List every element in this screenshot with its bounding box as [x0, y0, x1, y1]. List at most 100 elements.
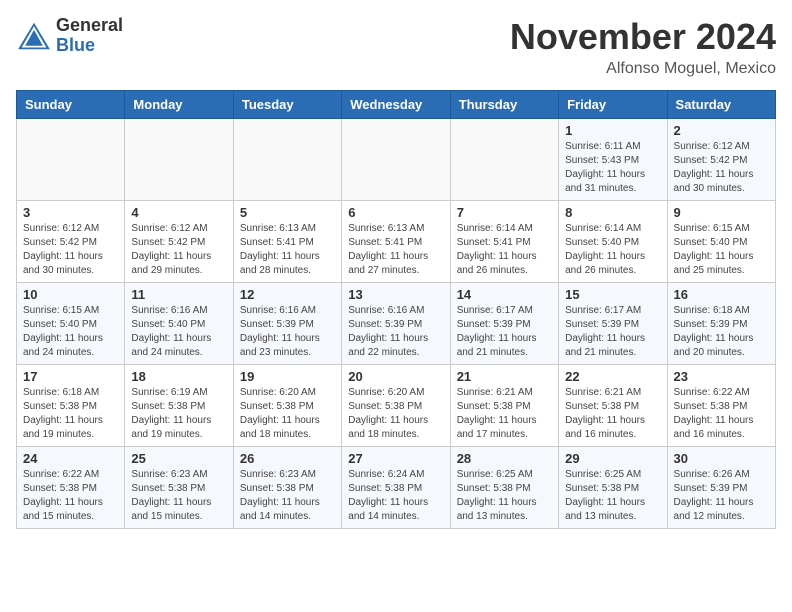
sunset-info: Sunset: 5:40 PM [565, 237, 639, 248]
sunset-info: Sunset: 5:38 PM [23, 401, 97, 412]
calendar-day-cell [17, 119, 125, 201]
day-number: 6 [348, 205, 443, 220]
day-number: 1 [565, 123, 660, 138]
day-info: Sunrise: 6:22 AMSunset: 5:38 PMDaylight:… [23, 468, 118, 524]
day-info: Sunrise: 6:16 AMSunset: 5:39 PMDaylight:… [348, 304, 443, 360]
daylight-info: Daylight: 11 hours and 14 minutes. [348, 497, 428, 522]
sunset-info: Sunset: 5:38 PM [348, 401, 422, 412]
day-number: 16 [674, 287, 769, 302]
calendar-day-cell: 20Sunrise: 6:20 AMSunset: 5:38 PMDayligh… [342, 365, 450, 447]
day-info: Sunrise: 6:18 AMSunset: 5:39 PMDaylight:… [674, 304, 769, 360]
daylight-info: Daylight: 11 hours and 20 minutes. [674, 333, 754, 358]
daylight-info: Daylight: 11 hours and 23 minutes. [240, 333, 320, 358]
calendar-day-cell: 4Sunrise: 6:12 AMSunset: 5:42 PMDaylight… [125, 201, 233, 283]
daylight-info: Daylight: 11 hours and 26 minutes. [457, 251, 537, 276]
daylight-info: Daylight: 11 hours and 30 minutes. [23, 251, 103, 276]
sunset-info: Sunset: 5:39 PM [565, 319, 639, 330]
daylight-info: Daylight: 11 hours and 30 minutes. [674, 169, 754, 194]
day-number: 20 [348, 369, 443, 384]
weekday-header-friday: Friday [559, 91, 667, 119]
sunset-info: Sunset: 5:38 PM [131, 401, 205, 412]
calendar-day-cell: 13Sunrise: 6:16 AMSunset: 5:39 PMDayligh… [342, 283, 450, 365]
logo-blue: Blue [56, 36, 123, 56]
location-title: Alfonso Moguel, Mexico [510, 60, 776, 78]
calendar-day-cell: 12Sunrise: 6:16 AMSunset: 5:39 PMDayligh… [233, 283, 341, 365]
sunset-info: Sunset: 5:41 PM [240, 237, 314, 248]
day-info: Sunrise: 6:17 AMSunset: 5:39 PMDaylight:… [457, 304, 552, 360]
sunrise-info: Sunrise: 6:13 AM [348, 223, 424, 234]
sunset-info: Sunset: 5:40 PM [674, 237, 748, 248]
daylight-info: Daylight: 11 hours and 16 minutes. [565, 415, 645, 440]
day-number: 27 [348, 451, 443, 466]
calendar-day-cell: 9Sunrise: 6:15 AMSunset: 5:40 PMDaylight… [667, 201, 775, 283]
sunrise-info: Sunrise: 6:23 AM [240, 469, 316, 480]
day-info: Sunrise: 6:13 AMSunset: 5:41 PMDaylight:… [240, 222, 335, 278]
calendar-day-cell: 14Sunrise: 6:17 AMSunset: 5:39 PMDayligh… [450, 283, 558, 365]
sunrise-info: Sunrise: 6:21 AM [565, 387, 641, 398]
day-info: Sunrise: 6:12 AMSunset: 5:42 PMDaylight:… [131, 222, 226, 278]
calendar-day-cell: 18Sunrise: 6:19 AMSunset: 5:38 PMDayligh… [125, 365, 233, 447]
day-info: Sunrise: 6:15 AMSunset: 5:40 PMDaylight:… [23, 304, 118, 360]
sunrise-info: Sunrise: 6:17 AM [457, 305, 533, 316]
sunrise-info: Sunrise: 6:19 AM [131, 387, 207, 398]
daylight-info: Daylight: 11 hours and 15 minutes. [131, 497, 211, 522]
calendar-day-cell: 24Sunrise: 6:22 AMSunset: 5:38 PMDayligh… [17, 447, 125, 529]
day-number: 10 [23, 287, 118, 302]
day-info: Sunrise: 6:25 AMSunset: 5:38 PMDaylight:… [565, 468, 660, 524]
sunrise-info: Sunrise: 6:15 AM [674, 223, 750, 234]
calendar-body: 1Sunrise: 6:11 AMSunset: 5:43 PMDaylight… [17, 119, 776, 529]
daylight-info: Daylight: 11 hours and 31 minutes. [565, 169, 645, 194]
sunset-info: Sunset: 5:39 PM [348, 319, 422, 330]
calendar-day-cell: 6 Sunrise: 6:13 AMSunset: 5:41 PMDaylight… [342, 201, 450, 283]
daylight-info: Daylight: 11 hours and 13 minutes. [565, 497, 645, 522]
day-number: 5 [240, 205, 335, 220]
day-number: 11 [131, 287, 226, 302]
day-info: Sunrise: 6:16 AMSunset: 5:39 PMDaylight:… [240, 304, 335, 360]
calendar-week-row: 3Sunrise: 6:12 AMSunset: 5:42 PMDaylight… [17, 201, 776, 283]
calendar-week-row: 17Sunrise: 6:18 AMSunset: 5:38 PMDayligh… [17, 365, 776, 447]
sunset-info: Sunset: 5:38 PM [131, 483, 205, 494]
day-number: 25 [131, 451, 226, 466]
day-number: 18 [131, 369, 226, 384]
sunrise-info: Sunrise: 6:20 AM [240, 387, 316, 398]
sunrise-info: Sunrise: 6:18 AM [23, 387, 99, 398]
sunrise-info: Sunrise: 6:23 AM [131, 469, 207, 480]
sunrise-info: Sunrise: 6:16 AM [348, 305, 424, 316]
day-info: Sunrise: 6:13 AMSunset: 5:41 PMDaylight:… [348, 222, 443, 278]
weekday-header-thursday: Thursday [450, 91, 558, 119]
sunrise-info: Sunrise: 6:24 AM [348, 469, 424, 480]
calendar-day-cell: 30Sunrise: 6:26 AMSunset: 5:39 PMDayligh… [667, 447, 775, 529]
day-info: Sunrise: 6:18 AM Sunset: 5:38 PM Daylight:… [23, 386, 118, 442]
day-number: 15 [565, 287, 660, 302]
day-number: 21 [457, 369, 552, 384]
day-info: Sunrise: 6:23 AM Sunset: 5:38 PM Daylight:… [131, 468, 226, 524]
calendar-week-row: 10 Sunrise: 6:15 AMSunset: 5:40 PMDayligh… [17, 283, 776, 365]
calendar-day-cell: 2Sunrise: 6:12 AMSunset: 5:42 PMDaylight… [667, 119, 775, 201]
day-number: 30 [674, 451, 769, 466]
day-number: 28 [457, 451, 552, 466]
calendar-header: SundayMondayTuesdayWednesdayThursdayFrid… [17, 91, 776, 119]
day-info: Sunrise: 6:21 AM Sunset: 5:38 PM Daylight:… [565, 386, 660, 442]
calendar-table: SundayMondayTuesdayWednesdayThursdayFrid… [16, 90, 776, 529]
sunrise-info: Sunrise: 6:17 AM [565, 305, 641, 316]
sunset-info: Sunset: 5:38 PM [565, 483, 639, 494]
daylight-info: Daylight: 11 hours and 21 minutes. [565, 333, 645, 358]
calendar-day-cell: 26Sunrise: 6:23 AMSunset: 5:38 PMDayligh… [233, 447, 341, 529]
weekday-header-wednesday: Wednesday [342, 91, 450, 119]
daylight-info: Daylight: 11 hours and 19 minutes. [23, 415, 103, 440]
calendar-day-cell: 25 Sunrise: 6:23 AM Sunset: 5:38 PM Dayligh… [125, 447, 233, 529]
day-info: Sunrise: 6:16 AMSunset: 5:40 PMDaylight:… [131, 304, 226, 360]
calendar-day-cell: 16 Sunrise: 6:18 AMSunset: 5:39 PMDayligh… [667, 283, 775, 365]
sunset-info: Sunset: 5:38 PM [457, 401, 531, 412]
sunset-info: Sunset: 5:39 PM [457, 319, 531, 330]
day-info: Sunrise: 6:25 AMSunset: 5:38 PMDaylight:… [457, 468, 552, 524]
weekday-header-saturday: Saturday [667, 91, 775, 119]
day-number: 7 [457, 205, 552, 220]
daylight-info: Daylight: 11 hours and 15 minutes. [23, 497, 103, 522]
sunrise-info: Sunrise: 6:26 AM [674, 469, 750, 480]
sunrise-info: Sunrise: 6:22 AM [23, 469, 99, 480]
calendar-day-cell: 7Sunrise: 6:14 AMSunset: 5:41 PMDaylight… [450, 201, 558, 283]
sunset-info: Sunset: 5:38 PM [565, 401, 639, 412]
sunset-info: Sunset: 5:39 PM [240, 319, 314, 330]
sunrise-info: Sunrise: 6:21 AM [457, 387, 533, 398]
